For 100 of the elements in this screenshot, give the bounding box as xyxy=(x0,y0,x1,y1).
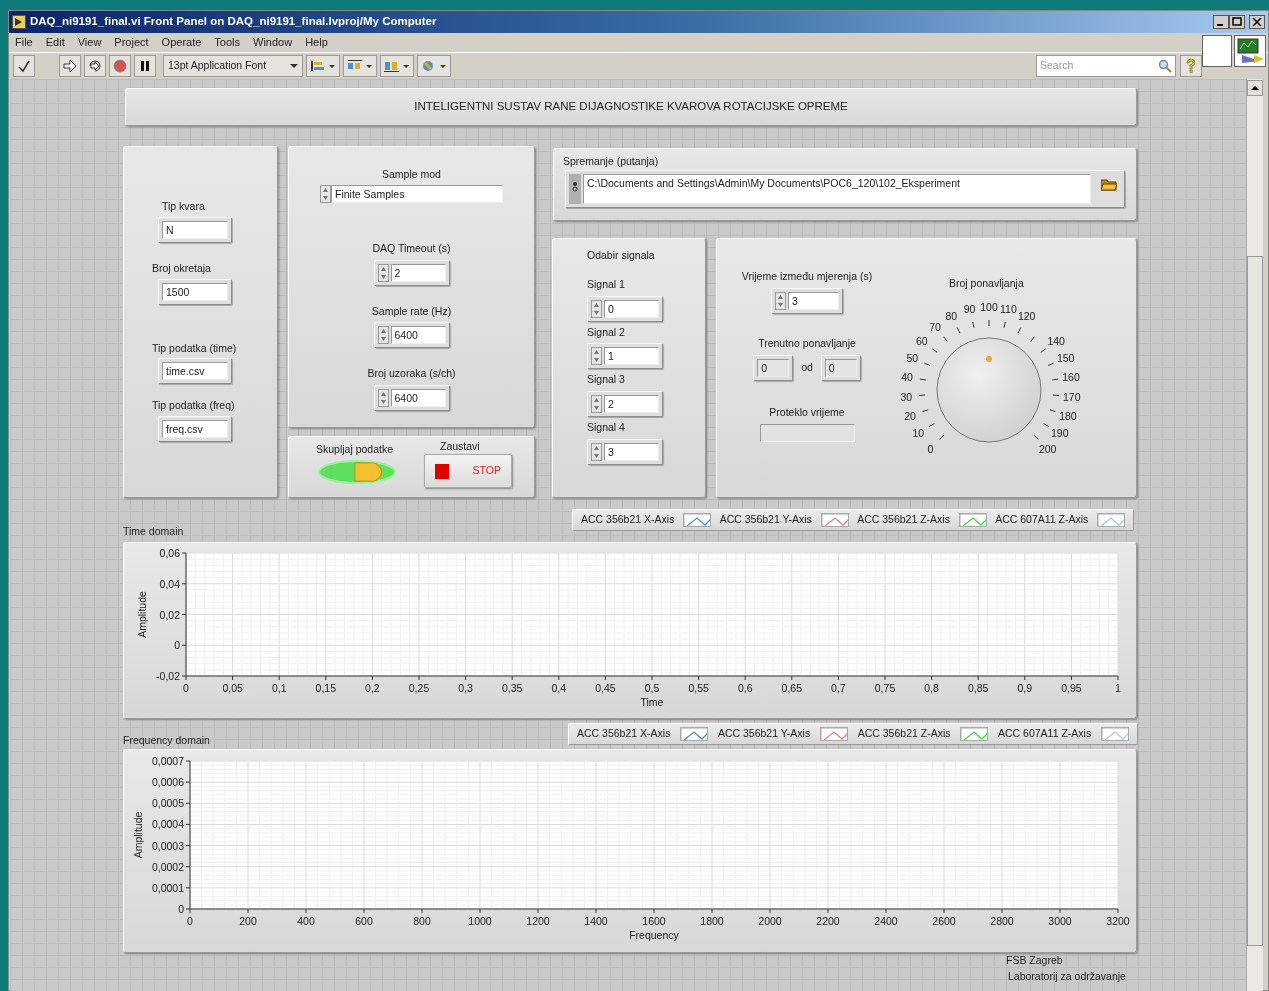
help-icon xyxy=(1184,58,1198,74)
tick-label: 200 xyxy=(239,915,257,927)
edit-mode-button[interactable] xyxy=(13,55,35,77)
numeric-field[interactable]: 3 xyxy=(771,287,843,314)
spinner-icon[interactable] xyxy=(591,299,602,318)
tick-label: 2000 xyxy=(758,915,782,927)
align-button[interactable] xyxy=(306,55,340,77)
legend-label: ACC 356b21 Y-Axis xyxy=(717,726,811,742)
field-label: Tip kvara xyxy=(162,199,206,214)
tick-label: 2800 xyxy=(990,915,1014,927)
stop-icon xyxy=(435,463,449,479)
spinner-icon[interactable] xyxy=(591,442,602,461)
text-field[interactable]: time.csv xyxy=(158,358,232,385)
text-field[interactable]: freq.csv xyxy=(158,416,232,442)
legend-label: ACC 356b21 X-Axis xyxy=(577,726,671,742)
spinner-icon[interactable] xyxy=(591,347,602,366)
tick-label: 0,0004 xyxy=(151,818,184,831)
spinner-icon[interactable] xyxy=(320,184,331,203)
scale-label: 0 xyxy=(927,442,934,455)
scale-label: 10 xyxy=(912,427,925,440)
field-label: Signal 4 xyxy=(587,420,626,435)
minimize-button[interactable] xyxy=(1213,15,1229,29)
legend-label: ACC 356b21 Z-Axis xyxy=(857,726,951,742)
tick-label: 0,0002 xyxy=(151,860,184,873)
run-continuously-button[interactable] xyxy=(84,55,106,77)
reorder-icon xyxy=(420,59,448,73)
spinner-icon[interactable] xyxy=(377,389,389,407)
tick-label: 600 xyxy=(355,915,373,927)
help-button[interactable] xyxy=(1180,55,1202,77)
field-label: Proteklo vrijeme xyxy=(769,404,845,420)
scale-label: 20 xyxy=(904,409,916,422)
field-label: Sample rate (Hz) xyxy=(371,303,452,319)
menu-item[interactable]: View xyxy=(77,34,102,51)
scale-label: 120 xyxy=(1017,310,1036,323)
pause-button[interactable] xyxy=(134,55,156,77)
numeric-field[interactable]: 1 xyxy=(587,343,663,370)
tick-label: 0,9 xyxy=(1017,682,1033,694)
menu-item[interactable]: Project xyxy=(114,34,149,51)
tick-label: 0,35 xyxy=(502,682,523,694)
knob[interactable] xyxy=(936,337,1042,443)
toggle-label: Skupljaj podatke xyxy=(316,442,394,457)
legend-label: ACC 356b21 Z-Axis xyxy=(857,512,950,528)
close-button[interactable] xyxy=(1249,15,1265,29)
legend-label: ACC 356b21 Y-Axis xyxy=(719,512,812,528)
spinner-icon[interactable] xyxy=(775,291,786,310)
checkmark-icon xyxy=(17,59,31,73)
count-display: 0 xyxy=(753,354,794,381)
menu-item[interactable]: Operate xyxy=(161,34,202,51)
button-label: Zaustavi xyxy=(440,439,480,454)
tick-label: 0,1 xyxy=(271,682,287,694)
text-field[interactable]: 1500 xyxy=(158,278,232,305)
numeric-field[interactable]: 6400 xyxy=(373,322,450,349)
numeric-field[interactable]: 3 xyxy=(587,438,663,465)
menu-item[interactable]: Help xyxy=(305,34,328,51)
panel-title: INTELIGENTNI SUSTAV RANE DIJAGNOSTIKE KVAROVA ROTACIJSKE OPREME xyxy=(414,99,848,115)
count-display: 0 xyxy=(820,354,861,381)
menu-item[interactable]: Edit xyxy=(45,34,65,51)
tick-label: 0,5 xyxy=(644,682,660,694)
menu-item[interactable]: Window xyxy=(253,34,293,51)
chart-title: Time domain xyxy=(123,524,184,539)
distribute-button[interactable] xyxy=(343,55,377,77)
tick-label: 0,0003 xyxy=(151,839,184,852)
resize-icon xyxy=(383,59,411,73)
spinner-icon[interactable] xyxy=(377,326,389,345)
tick-label: 1 xyxy=(1115,682,1121,694)
maximize-button[interactable] xyxy=(1229,15,1245,29)
spinner-icon[interactable] xyxy=(377,263,389,282)
scale-label: 110 xyxy=(1000,303,1017,316)
run-button[interactable] xyxy=(59,55,81,77)
field-label: Spremanje (putanja) xyxy=(563,154,659,169)
resize-button[interactable] xyxy=(380,55,414,77)
path-field[interactable]: C:\Documents and Settings\Admin\My Documents\POC6_120\102_Eksperiment xyxy=(565,170,1125,208)
legend-label: ACC 607A11 Z-Axis xyxy=(998,726,1092,742)
tick-label: 0,0007 xyxy=(151,755,184,767)
tick-label: 0 xyxy=(183,682,189,694)
numeric-field[interactable]: 2 xyxy=(587,391,663,417)
field-label: Tip podatka (time) xyxy=(152,340,238,356)
field-label: Signal 2 xyxy=(587,324,626,340)
stop-button[interactable]: STOP xyxy=(424,454,512,488)
dial-label: Broj ponavljanja xyxy=(949,276,1024,291)
menu-item[interactable]: File xyxy=(15,34,33,51)
scroll-up-icon[interactable] xyxy=(1247,80,1263,97)
scrollbar-thumb[interactable] xyxy=(1247,256,1263,947)
menu-item[interactable]: Tools xyxy=(214,34,241,51)
field-label: Broj uzoraka (s/ch) xyxy=(367,366,456,382)
pause-icon xyxy=(139,60,151,72)
tick-label: 800 xyxy=(413,915,431,927)
spinner-icon[interactable] xyxy=(591,395,602,413)
knob-indicator xyxy=(986,356,992,362)
tick-label: 1800 xyxy=(700,915,724,927)
font-dropdown[interactable]: 13pt Application Font xyxy=(163,55,303,77)
tick-label: 0,2 xyxy=(365,682,380,694)
scale-label: 200 xyxy=(1038,442,1057,455)
text-field[interactable]: N xyxy=(158,216,232,243)
toggle-switch[interactable] xyxy=(317,459,397,485)
numeric-field[interactable]: 0 xyxy=(587,295,663,322)
numeric-field[interactable]: 6400 xyxy=(373,385,450,411)
caret-icon xyxy=(290,63,298,69)
numeric-field[interactable]: 2 xyxy=(373,259,450,286)
axis-title: Frequency xyxy=(629,929,679,941)
